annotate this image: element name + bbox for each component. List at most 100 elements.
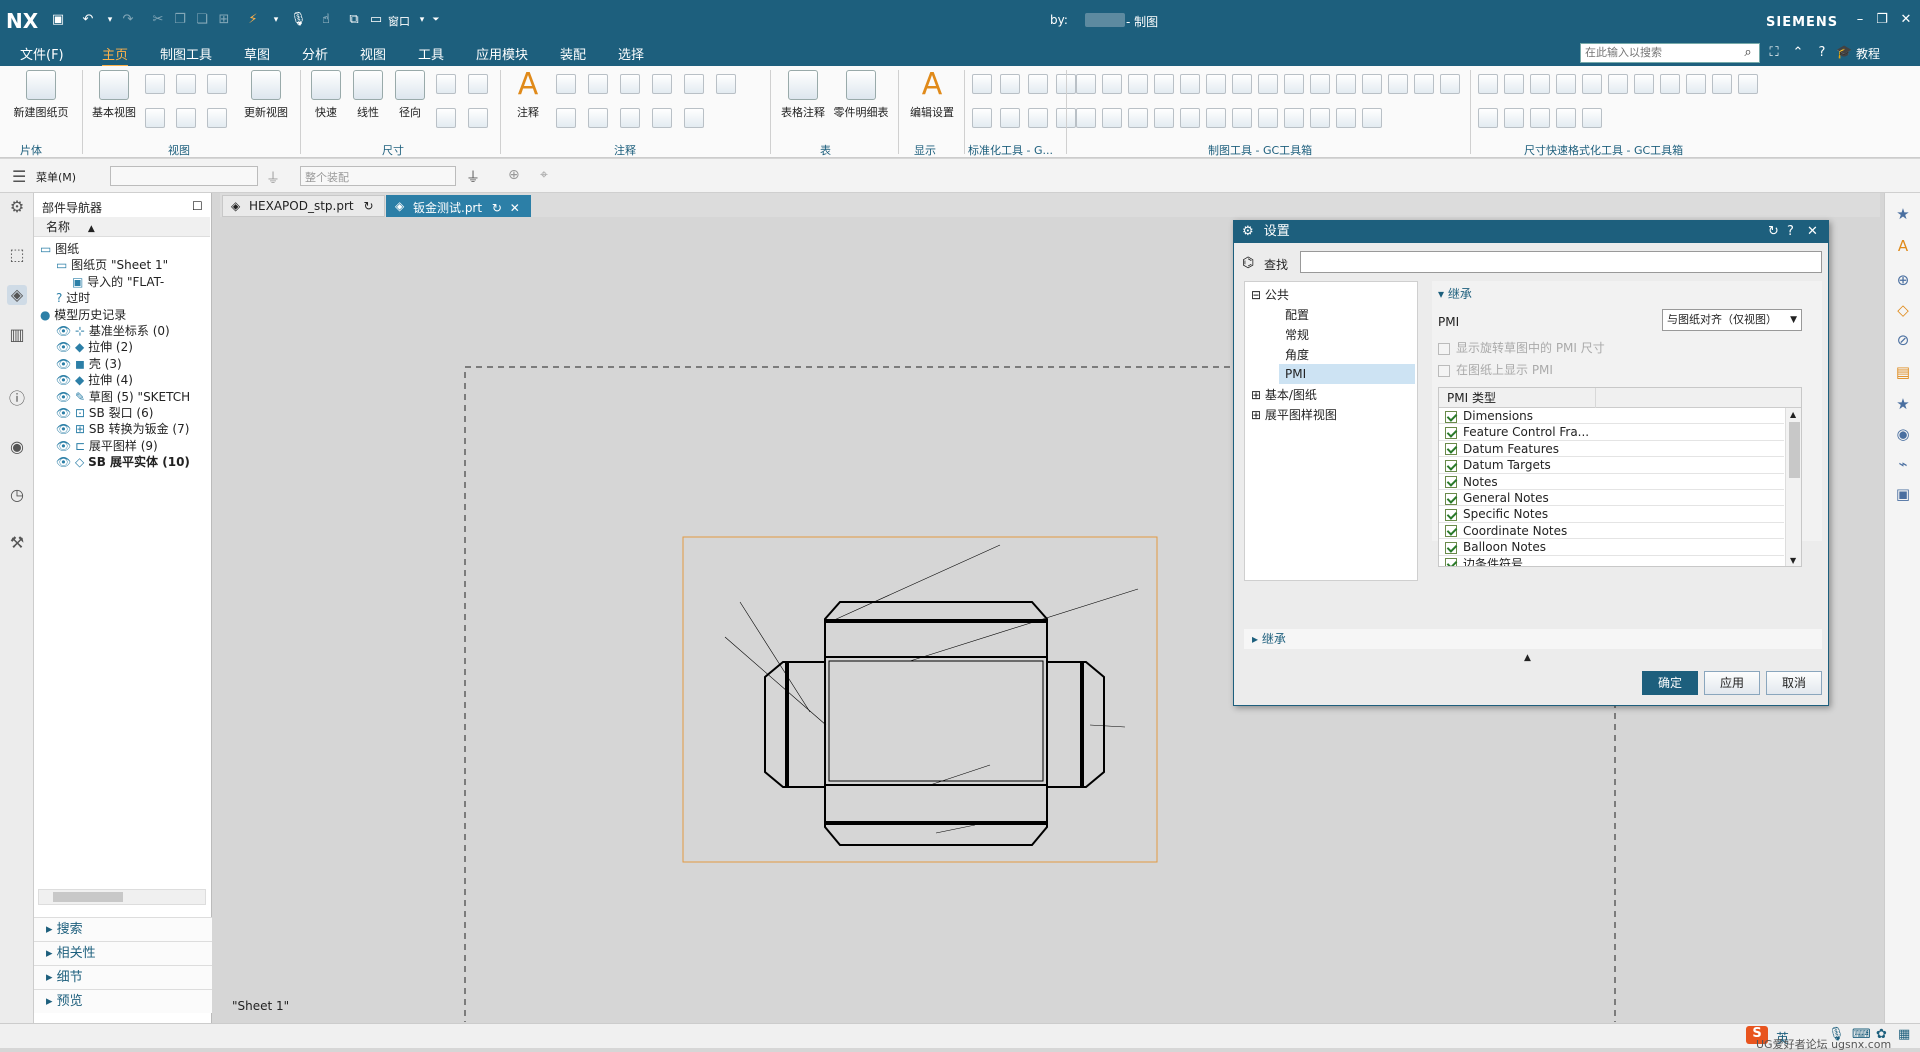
parts-list-button[interactable]: 零件明细表 — [830, 70, 892, 120]
info-icon[interactable]: ⓘ — [7, 389, 27, 409]
gc-draft-6-icon[interactable] — [1206, 74, 1226, 94]
hatch-icon[interactable] — [652, 108, 672, 128]
flag-note-icon[interactable] — [620, 108, 640, 128]
surface-finish-icon[interactable] — [588, 74, 608, 94]
gc-draft-14-icon[interactable] — [1414, 74, 1434, 94]
mic-icon[interactable]: 🎙 — [1828, 1027, 1845, 1042]
angular-dimension-icon[interactable] — [436, 74, 456, 94]
tutorial-icon[interactable]: 🎓 — [1836, 45, 1852, 61]
tab-hexapod[interactable]: ◈ HEXAPOD_stp.prt ↻ — [222, 195, 385, 217]
checkbox[interactable] — [1445, 410, 1457, 423]
history-icon[interactable]: ◷ — [7, 485, 27, 505]
gc-draft-7-icon[interactable] — [1232, 74, 1252, 94]
tab-close-icon[interactable]: ✕ — [510, 201, 520, 215]
tools-icon[interactable]: ⚒ — [7, 533, 27, 553]
linear-dimension-button[interactable]: 线性 — [350, 70, 386, 120]
image-icon[interactable] — [684, 108, 704, 128]
cut-icon[interactable]: ✂ — [150, 12, 166, 28]
checkbox[interactable] — [1445, 541, 1457, 554]
gc-draft-25-icon[interactable] — [1310, 108, 1330, 128]
dim-format-3-icon[interactable] — [1530, 74, 1550, 94]
quick-dimension-button[interactable]: 快速 — [308, 70, 344, 120]
ordinate-dimension-icon[interactable] — [468, 108, 488, 128]
dim-format-15-icon[interactable] — [1556, 108, 1576, 128]
save-icon[interactable]: ▣ — [50, 12, 66, 28]
skin-icon[interactable]: ✿ — [1876, 1027, 1887, 1042]
datum-target-icon[interactable] — [652, 74, 672, 94]
update-view-button[interactable]: 更新视图 — [238, 70, 294, 120]
dim-format-13-icon[interactable] — [1504, 108, 1524, 128]
std-tool-1-icon[interactable] — [972, 74, 992, 94]
pmi-type-row[interactable]: Notes — [1439, 473, 1784, 490]
gc-draft-19-icon[interactable] — [1154, 108, 1174, 128]
menu-file[interactable]: 文件(F) — [20, 44, 64, 63]
image-view-icon[interactable] — [207, 108, 227, 128]
part-navigator-icon[interactable]: ⬚ — [7, 245, 27, 265]
maximize-panel-icon[interactable]: ☐ — [192, 199, 203, 213]
checkbox[interactable] — [1445, 443, 1457, 456]
collapse-ribbon-icon[interactable]: ⌃ — [1790, 45, 1806, 61]
weld-symbol-icon[interactable] — [620, 74, 640, 94]
cancel-button[interactable]: 取消 — [1766, 671, 1822, 695]
gc-draft-26-icon[interactable] — [1336, 108, 1356, 128]
new-sheet-button[interactable]: 新建图纸页 — [8, 70, 74, 120]
gc-draft-10-icon[interactable] — [1310, 74, 1330, 94]
close-icon[interactable]: ✕ — [1898, 12, 1914, 28]
radial-dimension-button[interactable]: 径向 — [392, 70, 428, 120]
pmi-type-row[interactable]: Specific Notes — [1439, 506, 1784, 523]
section-shortcut-icon[interactable]: ▤ — [1892, 361, 1914, 383]
pmi-type-row[interactable]: Datum Targets — [1439, 457, 1784, 474]
dim-format-14-icon[interactable] — [1530, 108, 1550, 128]
touch-mode-icon[interactable]: ☝ — [318, 12, 334, 28]
checkbox[interactable] — [1445, 492, 1457, 505]
section-view-icon[interactable] — [207, 74, 227, 94]
gc-draft-24-icon[interactable] — [1284, 108, 1304, 128]
gc-draft-15-icon[interactable] — [1440, 74, 1460, 94]
pmi-alignment-select[interactable]: 与图纸对齐（仅视图） ▼ — [1662, 309, 1802, 331]
dim-format-2-icon[interactable] — [1504, 74, 1524, 94]
switch-window-icon[interactable]: ⧉ — [346, 12, 362, 28]
dialog-title-bar[interactable]: ⚙ 设置 ↻ ? ✕ — [1234, 221, 1828, 243]
pmi-type-row[interactable]: General Notes — [1439, 490, 1784, 507]
pmi-type-row[interactable]: Datum Features — [1439, 440, 1784, 458]
checkbox[interactable] — [1438, 364, 1450, 377]
undo-dropdown-icon[interactable]: ▾ — [102, 12, 118, 28]
menu-assembly[interactable]: 装配 — [560, 44, 586, 63]
datum-feature-icon[interactable] — [556, 108, 576, 128]
edit-settings-button[interactable]: A 编辑设置 — [904, 70, 960, 120]
gc-draft-21-icon[interactable] — [1206, 108, 1226, 128]
dialog-help-icon[interactable]: ? — [1787, 221, 1794, 243]
checkbox[interactable] — [1438, 342, 1450, 355]
gc-draft-23-icon[interactable] — [1258, 108, 1278, 128]
settings-icon[interactable]: ⚙ — [7, 197, 27, 217]
checkbox[interactable] — [1445, 508, 1457, 521]
type-filter-combo[interactable] — [110, 166, 258, 186]
detail-view-icon[interactable] — [176, 74, 196, 94]
gc-draft-3-icon[interactable] — [1128, 74, 1148, 94]
filter-icon[interactable]: ⏚ — [266, 168, 280, 188]
visibility-icon[interactable]: ◉ — [1892, 423, 1914, 445]
std-tool-3-icon[interactable] — [1028, 74, 1048, 94]
gc-draft-27-icon[interactable] — [1362, 108, 1382, 128]
note-button[interactable]: A 注释 — [508, 70, 548, 120]
tools-grid-icon[interactable]: ▦ — [1898, 1027, 1910, 1042]
keyboard-icon[interactable]: ⌨ — [1852, 1027, 1871, 1042]
dim-format-9-icon[interactable] — [1686, 74, 1706, 94]
tree-common[interactable]: ⊟ 公共 — [1251, 286, 1289, 303]
projected-view-icon[interactable] — [145, 74, 165, 94]
finder-dropdown-icon[interactable]: ▾ — [268, 12, 284, 28]
pmi-type-row[interactable]: 边条件符号 — [1439, 555, 1784, 566]
inherit-section-header[interactable]: ▾ 继承 — [1438, 285, 1472, 302]
base-view-button[interactable]: 基本视图 — [88, 70, 140, 120]
help-icon[interactable]: ? — [1814, 45, 1830, 61]
pmi-type-row[interactable]: Feature Control Fra... — [1439, 424, 1784, 441]
microphone-icon[interactable]: 🎙 — [290, 12, 307, 28]
tree-angle[interactable]: 角度 — [1285, 346, 1309, 363]
search-icon[interactable]: ⌕ — [1740, 45, 1756, 61]
checkbox[interactable] — [1445, 459, 1457, 472]
dim-format-6-icon[interactable] — [1608, 74, 1628, 94]
std-tool-2-icon[interactable] — [1000, 74, 1020, 94]
checkbox[interactable] — [1445, 525, 1457, 538]
dialog-close-icon[interactable]: ✕ — [1807, 221, 1818, 243]
quick-tool-1-icon[interactable]: ★ — [1892, 203, 1914, 225]
